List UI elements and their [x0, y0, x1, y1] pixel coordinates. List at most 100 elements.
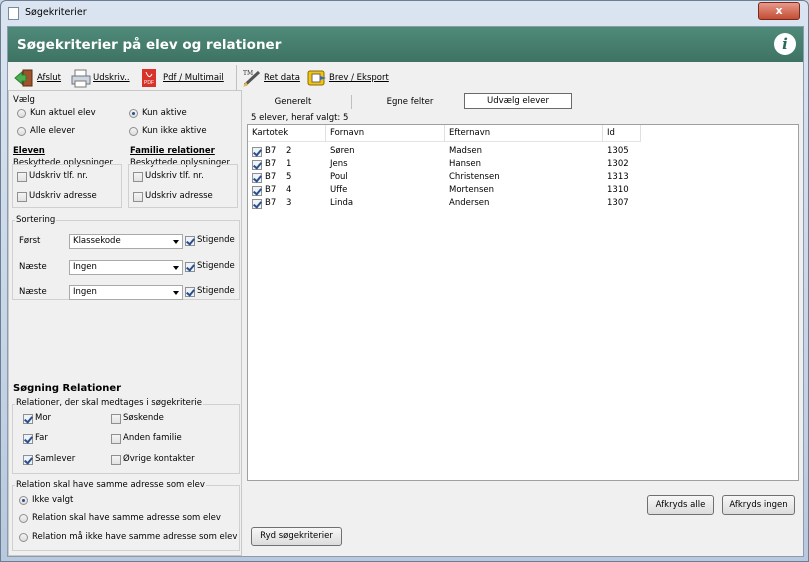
- radio-kun-aktive[interactable]: [129, 109, 138, 118]
- pdf-icon: PDF: [140, 68, 160, 88]
- fornavn-cell: Poul: [330, 172, 348, 182]
- samlever-label: Samlever: [35, 454, 76, 464]
- efternavn-cell: Andersen: [449, 198, 490, 208]
- client-area: Søgekriterier på elev og relationer i Af…: [7, 26, 804, 557]
- udskriv-tlf-familie-checkbox[interactable]: [133, 172, 143, 182]
- kun-aktuel-label: Kun aktuel elev: [30, 108, 96, 118]
- ryd-soegekriterier-button[interactable]: Ryd søgekriterier: [251, 527, 342, 546]
- mor-label: Mor: [35, 413, 52, 423]
- row-checkbox[interactable]: [252, 186, 262, 196]
- window: Søgekriterier x Søgekriterier på elev og…: [0, 0, 809, 562]
- stigende-label-2: Stigende: [197, 261, 235, 271]
- nr-cell: 1: [286, 159, 292, 169]
- document-icon: [8, 7, 19, 20]
- ret-data-label: Ret data: [264, 73, 300, 83]
- ret-data-button[interactable]: TM Ret data: [241, 67, 300, 89]
- soegning-title: Søgning Relationer: [13, 383, 122, 394]
- column-header-efternavn[interactable]: Efternavn: [445, 125, 603, 142]
- kartotek-cell: B7: [265, 159, 277, 169]
- familie-title: Familie relationer: [130, 146, 215, 156]
- kartotek-cell: B7: [265, 172, 277, 182]
- udskriv-button[interactable]: Udskriv..: [70, 67, 130, 89]
- table-row[interactable]: B7 1 Jens Hansen 1302: [248, 158, 648, 172]
- column-header-kartotek[interactable]: Kartotek: [248, 125, 326, 142]
- chevron-down-icon: [173, 240, 179, 244]
- udskriv-adresse-familie-checkbox[interactable]: [133, 192, 143, 202]
- udskriv-tlf-eleven-checkbox[interactable]: [17, 172, 27, 182]
- sort-select-3[interactable]: Ingen: [69, 285, 183, 300]
- sort-select-1[interactable]: Klassekode: [69, 234, 183, 249]
- oevrige-checkbox[interactable]: [111, 455, 121, 465]
- stigende-checkbox-2[interactable]: [185, 262, 195, 272]
- efternavn-cell: Christensen: [449, 172, 500, 182]
- anden-familie-label: Anden familie: [123, 433, 182, 443]
- student-list: Kartotek Fornavn Efternavn Id B7 2 Søren…: [247, 124, 799, 481]
- stigende-checkbox-3[interactable]: [185, 287, 195, 297]
- adresse-label: Relation skal have samme adresse som ele…: [15, 480, 206, 490]
- tab-egne-felter[interactable]: Egne felter: [370, 97, 450, 107]
- page-title: Søgekriterier på elev og relationer: [17, 37, 282, 53]
- row-checkbox[interactable]: [252, 199, 262, 209]
- row-checkbox[interactable]: [252, 160, 262, 170]
- ikke-valgt-label: Ikke valgt: [32, 495, 74, 505]
- printer-icon: [70, 68, 91, 88]
- chevron-down-icon: [173, 266, 179, 270]
- close-button[interactable]: x: [758, 2, 800, 20]
- relationer-label: Relationer, der skal medtages i søgekrit…: [15, 398, 203, 408]
- oevrige-label: Øvrige kontakter: [123, 454, 195, 464]
- fornavn-cell: Jens: [330, 159, 348, 169]
- radio-alle[interactable]: [17, 127, 26, 136]
- afslut-label: Afslut: [37, 73, 62, 83]
- id-cell: 1313: [607, 172, 629, 182]
- radio-samme-adresse[interactable]: [19, 514, 28, 523]
- column-header-fornavn[interactable]: Fornavn: [326, 125, 445, 142]
- kun-aktive-label: Kun aktive: [142, 108, 187, 118]
- brev-eksport-button[interactable]: Brev / Eksport: [306, 67, 389, 89]
- radio-kun-aktuel[interactable]: [17, 109, 26, 118]
- fornavn-cell: Linda: [330, 198, 354, 208]
- table-row[interactable]: B7 5 Poul Christensen 1313: [248, 171, 648, 185]
- table-row[interactable]: B7 3 Linda Andersen 1307: [248, 197, 648, 211]
- id-cell: 1305: [607, 146, 629, 156]
- id-cell: 1302: [607, 159, 629, 169]
- afkryds-ingen-button[interactable]: Afkryds ingen: [722, 495, 795, 515]
- row-checkbox[interactable]: [252, 147, 262, 157]
- table-row[interactable]: B7 2 Søren Madsen 1305: [248, 145, 648, 159]
- pdf-multimail-button[interactable]: PDF Pdf / Multimail: [140, 67, 224, 89]
- nr-cell: 3: [286, 198, 292, 208]
- tab-udvaelg-elever[interactable]: Udvælg elever: [464, 93, 572, 109]
- sort-label-2: Næste: [19, 262, 47, 272]
- nr-cell: 5: [286, 172, 292, 182]
- soeskende-checkbox[interactable]: [111, 414, 121, 424]
- row-checkbox[interactable]: [252, 173, 262, 183]
- sort-label-1: Først: [19, 236, 41, 246]
- nr-cell: 2: [286, 146, 292, 156]
- far-checkbox[interactable]: [23, 434, 33, 444]
- kartotek-cell: B7: [265, 198, 277, 208]
- stigende-checkbox-1[interactable]: [185, 236, 195, 246]
- info-icon[interactable]: i: [774, 33, 796, 55]
- header-banner: Søgekriterier på elev og relationer i: [8, 27, 803, 62]
- id-cell: 1310: [607, 185, 629, 195]
- samlever-checkbox[interactable]: [23, 455, 33, 465]
- efternavn-cell: Mortensen: [449, 185, 495, 195]
- column-header-id[interactable]: Id: [603, 125, 641, 142]
- kun-ikke-aktive-label: Kun ikke aktive: [142, 126, 207, 136]
- edit-pen-icon: TM: [241, 68, 261, 88]
- afkryds-alle-button[interactable]: Afkryds alle: [647, 495, 714, 515]
- radio-ikke-samme-adresse[interactable]: [19, 533, 28, 542]
- tab-generelt[interactable]: Generelt: [258, 97, 328, 107]
- sort-select-2[interactable]: Ingen: [69, 260, 183, 275]
- radio-kun-ikke-aktive[interactable]: [129, 127, 138, 136]
- anden-familie-checkbox[interactable]: [111, 434, 121, 444]
- mor-checkbox[interactable]: [23, 414, 33, 424]
- sort-select-3-value: Ingen: [73, 287, 97, 297]
- afslut-button[interactable]: Afslut: [14, 67, 61, 89]
- fornavn-cell: Søren: [330, 146, 355, 156]
- radio-ikke-valgt[interactable]: [19, 496, 28, 505]
- udskriv-adresse-familie-label: Udskriv adresse: [145, 191, 213, 201]
- svg-text:PDF: PDF: [144, 80, 154, 86]
- soeskende-label: Søskende: [123, 413, 164, 423]
- table-row[interactable]: B7 4 Uffe Mortensen 1310: [248, 184, 648, 198]
- udskriv-adresse-eleven-checkbox[interactable]: [17, 192, 27, 202]
